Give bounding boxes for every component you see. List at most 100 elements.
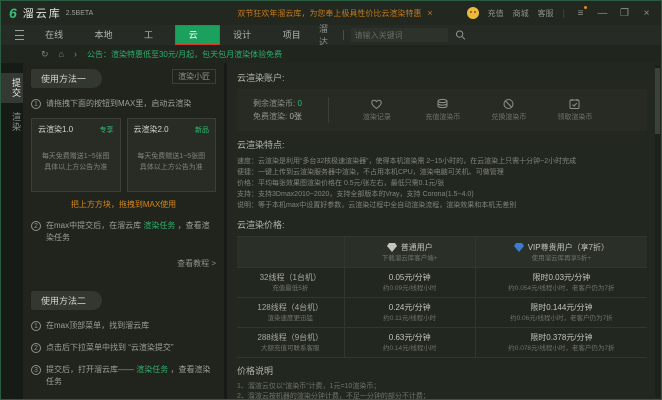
- balance-value: 0: [297, 99, 301, 108]
- app-window: 6 溜云库 2.5BETA 双节狂欢年溜云库，为您奉上极具性价比云渲染特惠 × …: [0, 0, 662, 400]
- app-version: 2.5BETA: [66, 10, 94, 17]
- tab-online-assets[interactable]: 在线素材: [32, 25, 81, 45]
- balance-line: 剩余渲染币: 0: [253, 97, 302, 110]
- render-history-button[interactable]: 渲染记录: [351, 98, 403, 122]
- avatar[interactable]: [467, 7, 479, 19]
- account-actions: 渲染记录 充值渲染币 兑换渲染币 领取渲染币: [351, 98, 601, 122]
- support-link[interactable]: 客服: [538, 8, 554, 19]
- breadcrumb: ↻ ⌂ › 公告：渲染特惠低至30元/月起，包天包月渲染体验免费: [1, 45, 661, 63]
- price-notes-section: 价格说明 1、溜渲云仅以“渲染币”计费，1元=10渲染币； 2、溜渲云按机器的渲…: [237, 364, 647, 399]
- method1-step2-text: 在max中提交后，在溜云库 渲染任务 ，查看渲染任务: [46, 220, 216, 244]
- method2-step3: 3 提交后，打开溜云库—— 渲染任务 ，查看渲染任务: [31, 364, 216, 388]
- pricing-header-row: 普通用户 下载溜云库客户端+ VIP尊贵用户（享7折） 使用溜云库再享5折+: [237, 237, 647, 267]
- feature-item: 价格：平均每张效果图渲染价格在 0.5元/张左右，最低只需0.1元/张: [237, 178, 647, 189]
- tutorial-link-1[interactable]: 查看教程 >: [31, 258, 216, 269]
- pricing-header-normal: 普通用户 下载溜云库客户端+: [344, 237, 475, 267]
- tab-local-manage[interactable]: 本地管理: [82, 25, 131, 45]
- search-input[interactable]: [355, 31, 444, 40]
- scrollbar: [655, 65, 660, 397]
- render-task-link[interactable]: 渲染任务: [143, 221, 175, 230]
- account-box: 剩余渲染币: 0 免费渲染: 0张 渲染记录 充值渲染币 兑换渲染: [237, 89, 647, 131]
- method2-step2-text: 点击后下拉菜单中找到 “云渲染提交”: [46, 342, 174, 354]
- card-cloud-render-1[interactable]: 云渲染1.0 专享 每天免费赠送1~5张图 具体以上方公告为准: [31, 118, 121, 192]
- action-label: 渲染记录: [351, 112, 403, 122]
- method2-header-row: 使用方法二: [31, 291, 216, 310]
- method1-step1-text: 请拖拽下面的按钮到MAX里，启动云渲染: [46, 98, 191, 110]
- note-item: 2、溜渲云按机器的渲染分钟计费，不足一分钟的部分不计费；: [237, 392, 647, 399]
- card2-tag: 新品: [195, 125, 209, 135]
- rail-item-submit[interactable]: 提交: [1, 73, 23, 103]
- pricing-header-vip: VIP尊贵用户（享7折） 使用溜云库再享5折+: [475, 237, 647, 267]
- vip-gem-icon: [514, 243, 524, 252]
- chevron-right-icon: ›: [74, 49, 77, 59]
- store-link[interactable]: 商城: [513, 8, 529, 19]
- hamburger-icon[interactable]: [15, 30, 24, 40]
- claim-coins-button[interactable]: 领取渲染币: [549, 98, 601, 122]
- gem-icon: [387, 243, 397, 252]
- action-label: 充值渲染币: [417, 112, 469, 122]
- ban-circle-icon: [502, 98, 515, 110]
- app-title: 溜云库: [23, 5, 62, 21]
- render-task-link[interactable]: 渲染任务: [136, 365, 168, 374]
- action-label: 兑换渲染币: [483, 112, 535, 122]
- step-number-icon: 2: [31, 343, 41, 353]
- tab-design-class[interactable]: 设计课堂: [220, 25, 269, 45]
- note-item: 1、溜渲云仅以“渲染币”计费，1元=10渲染币；: [237, 382, 647, 392]
- notes-title: 价格说明: [237, 364, 647, 377]
- notice-link[interactable]: 公告：渲染特惠低至30元/月起，包天包月渲染体验免费: [87, 49, 282, 60]
- app-logo-icon: 6: [9, 1, 17, 25]
- pricing-row-288: 288线程（9台机）大额充值可联系客服 0.63元/分钟约0.14元/线程小时 …: [237, 327, 647, 357]
- free-render-line: 免费渲染: 0张: [253, 110, 302, 123]
- announcement-close-icon[interactable]: ×: [427, 8, 432, 18]
- card1-line2: 具体以上方公告为准: [38, 162, 114, 173]
- titlebar-right: 充值 商城 客服 | ≡ — ❐ ×: [467, 7, 653, 19]
- pricing-table: 普通用户 下载溜云库客户端+ VIP尊贵用户（享7折） 使用溜云库再享5折+ 3…: [237, 236, 647, 358]
- step-number-icon: 2: [31, 221, 41, 231]
- rail-item-render[interactable]: 渲染: [1, 107, 23, 137]
- features-title: 云渲染特点:: [237, 138, 647, 151]
- maximize-icon[interactable]: ❐: [618, 8, 631, 19]
- card2-title: 云渲染2.0: [134, 124, 169, 135]
- tab-toolbox[interactable]: 工具箱: [131, 25, 175, 45]
- method2-step1-text: 在max顶部菜单，找到溜云库: [46, 320, 149, 332]
- pricing-section: 云渲染价格: 普通用户 下载溜云库客户端+ VIP尊贵用户（享7折） 使用溜云库…: [237, 218, 647, 358]
- main-tabbar: 在线素材 本地管理 工具箱 云渲染 设计课堂 项目文件 溜达: [1, 25, 661, 45]
- method1-header: 使用方法一: [31, 69, 102, 88]
- card-cloud-render-2[interactable]: 云渲染2.0 新品 每天免费赠送1~5张图 具体以上方公告为准: [127, 118, 217, 192]
- home-icon[interactable]: ⌂: [59, 49, 64, 59]
- method1-step2: 2 在max中提交后，在溜云库 渲染任务 ，查看渲染任务: [31, 220, 216, 244]
- search-icon[interactable]: [455, 29, 466, 41]
- tab-cloud-render[interactable]: 云渲染: [175, 25, 221, 45]
- search-box: [351, 28, 448, 42]
- card1-line1: 每天免费赠送1~5张图: [38, 151, 114, 162]
- notification-dot: [584, 6, 587, 9]
- pricing-header-empty: [237, 237, 344, 267]
- render-helper-link[interactable]: 渲染小匠: [172, 69, 216, 84]
- step-number-icon: 3: [31, 365, 41, 375]
- step-number-icon: 1: [31, 99, 41, 109]
- feature-item: 说明：等于本机max中设置好参数，云渲染过程中全自动渲染流程，渲染效果和本机无差…: [237, 200, 647, 211]
- minimize-icon[interactable]: —: [596, 8, 609, 19]
- recharge-link[interactable]: 充值: [488, 8, 504, 19]
- method2-step1: 1 在max顶部菜单，找到溜云库: [31, 320, 216, 332]
- refresh-icon[interactable]: ↻: [41, 49, 49, 60]
- tabbar-divider: [343, 30, 344, 40]
- account-divider: [328, 97, 329, 123]
- heart-icon: [370, 98, 383, 110]
- account-section-title: 云渲染账户:: [237, 71, 647, 84]
- card1-title: 云渲染1.0: [38, 124, 73, 135]
- method2-header: 使用方法二: [31, 291, 102, 310]
- announcement-text[interactable]: 双节狂欢年溜云库，为您奉上极具性价比云渲染特惠: [237, 8, 421, 19]
- card2-line2: 具体以上方公告为准: [134, 162, 210, 173]
- recharge-coins-button[interactable]: 充值渲染币: [417, 98, 469, 122]
- close-icon[interactable]: ×: [640, 8, 653, 19]
- tab-project-files[interactable]: 项目文件: [270, 25, 319, 45]
- menu-icon[interactable]: ≡: [574, 8, 587, 19]
- card2-line1: 每天免费赠送1~5张图: [134, 151, 210, 162]
- step-number-icon: 1: [31, 321, 41, 331]
- method1-step1: 1 请拖拽下面的按钮到MAX里，启动云渲染: [31, 98, 216, 110]
- scrollbar-thumb[interactable]: [655, 68, 660, 134]
- content-area: 提交 渲染 使用方法一 渲染小匠 1 请拖拽下面的按钮到MAX里，启动云渲染 云…: [1, 63, 661, 399]
- feature-item: 支持：支持3Dmax2010~2020，支持全部版本的Vray，支持 Coron…: [237, 189, 647, 200]
- exchange-coins-button[interactable]: 兑换渲染币: [483, 98, 535, 122]
